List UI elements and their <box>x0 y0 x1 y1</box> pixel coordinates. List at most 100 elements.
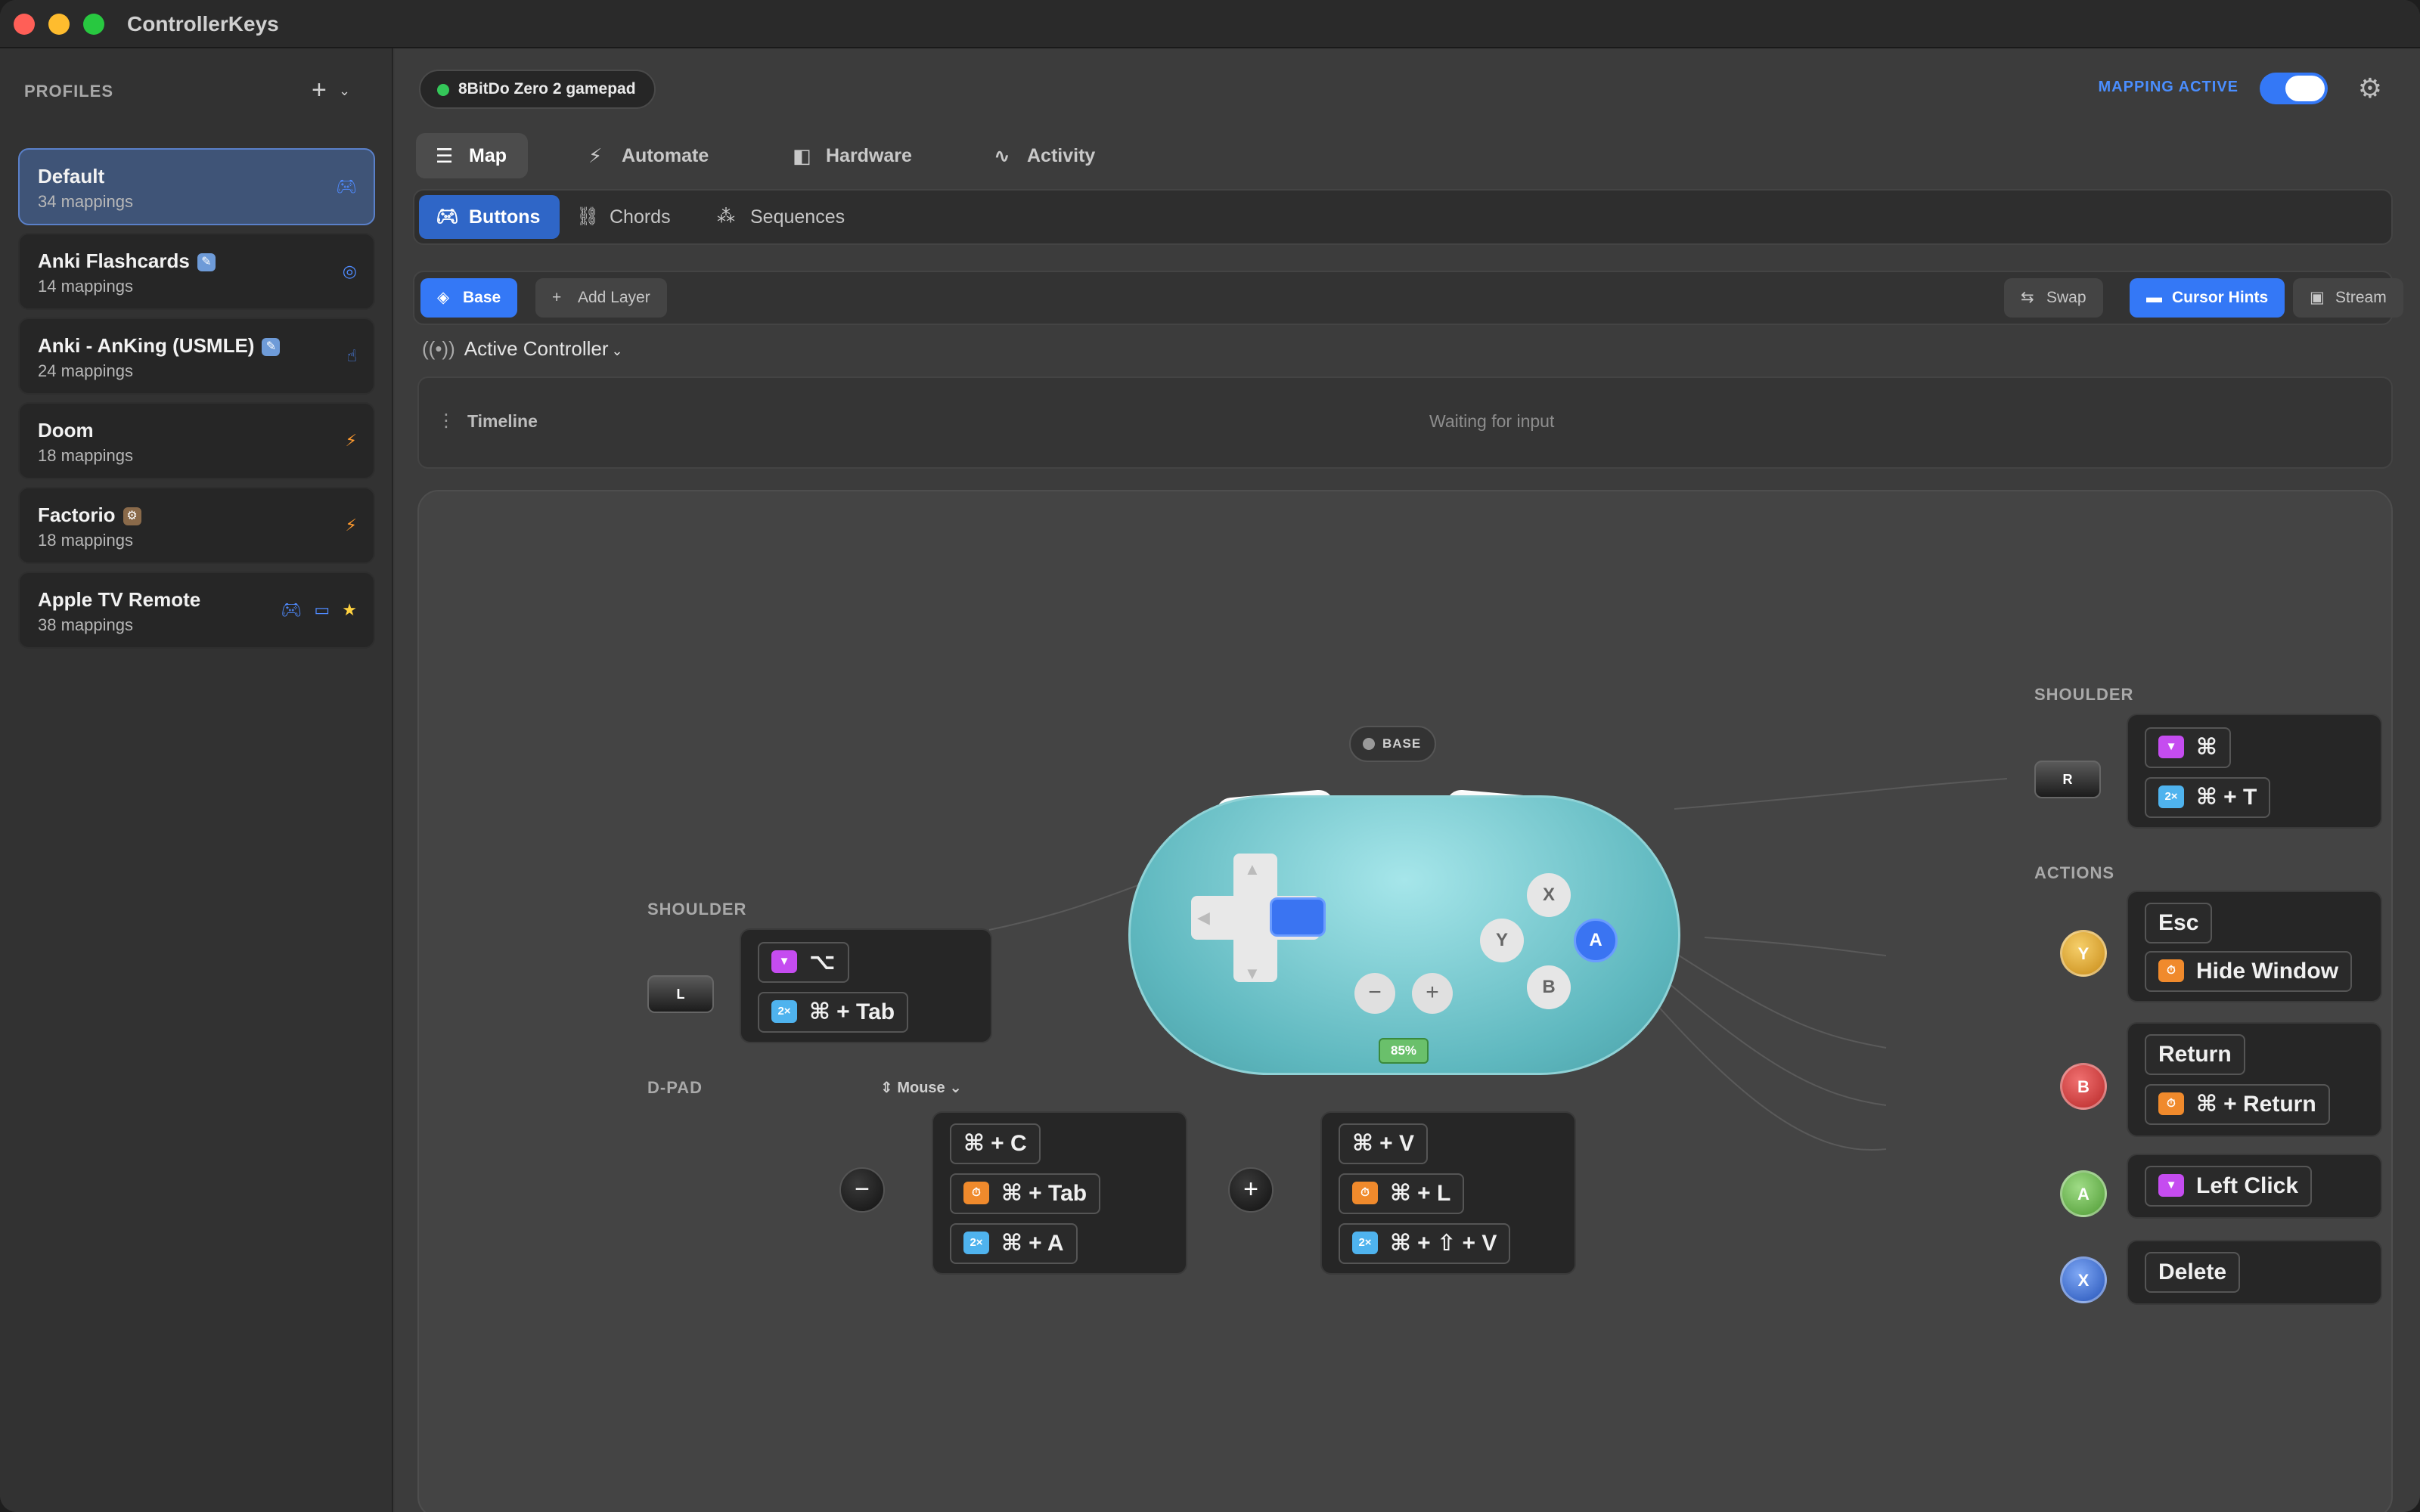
profile-default[interactable]: Default 34 mappings 🎮︎ <box>18 148 375 225</box>
controller-b-button[interactable]: B <box>1527 965 1571 1009</box>
mapping-chip[interactable]: ▼ ⌘ <box>2145 727 2231 768</box>
mapping-text: ⌘ + A <box>1001 1231 1064 1256</box>
minimize-window-button[interactable] <box>48 14 70 35</box>
tab-automate[interactable]: ⚡︎ Automate4 <box>569 133 730 214</box>
mapping-chip[interactable]: ⌘ + C <box>950 1123 1041 1164</box>
left-shoulder-mapping-card[interactable]: ▼ ⌥ 2× ⌘ + Tab <box>740 928 992 1043</box>
profile-doom[interactable]: Doom 18 mappings ⚡︎ <box>18 402 375 479</box>
subtab-sequences[interactable]: ⁂ Sequences <box>700 195 864 239</box>
gamepad-icon: 🎮︎ <box>436 206 459 227</box>
gear-icon[interactable]: ⚙ <box>2358 73 2382 104</box>
mapping-chip[interactable]: Return <box>2145 1034 2245 1075</box>
bolt-icon: ⚡︎ <box>588 144 603 167</box>
battery-indicator: 85% <box>1379 1038 1429 1064</box>
profile-anki-flashcards[interactable]: Anki Flashcards ✎ 14 mappings ◎ <box>18 233 375 310</box>
tab-label: Map <box>469 145 507 166</box>
controller-canvas: SHOULDER L ▼ ⌥ 2× ⌘ + Tab D-PAD ⇕ Mouse ⌄ … <box>417 490 2393 1512</box>
mapping-text: ⌘ + Tab <box>809 999 895 1024</box>
plus-button[interactable]: + <box>1228 1167 1274 1213</box>
cursor-hints-button[interactable]: ▬ Cursor Hints <box>2130 278 2285 318</box>
active-controller-dropdown[interactable]: ((•)) Active Controller ⌄ <box>422 337 623 361</box>
left-shoulder-button[interactable]: L <box>647 975 714 1013</box>
long-press-badge: ⏱ <box>1352 1182 1378 1205</box>
minus-button[interactable]: − <box>839 1167 885 1213</box>
map-subtabs: 🎮︎ Buttons ⛓ Chords ⁂ Sequences <box>413 189 2393 245</box>
active-controller-label: Active Controller <box>464 337 609 360</box>
mapping-chip[interactable]: ⏱ ⌘ + Return <box>2145 1084 2330 1125</box>
stream-button[interactable]: ▣ Stream <box>2293 278 2403 318</box>
tab-map[interactable]: ☰ Map3 <box>416 133 528 214</box>
mapping-chip[interactable]: 2× ⌘ + ⇧ + V <box>1339 1223 1511 1264</box>
dpad-down-icon[interactable]: ▼ <box>1244 964 1261 984</box>
dpad-left-icon[interactable]: ◀ <box>1197 908 1210 928</box>
layer-bar: ◈ Base + Add Layer ⇆ Swap ▬ Cursor Hints ▣ St… <box>413 271 2403 325</box>
a-mapping-card[interactable]: ▼ Left Click <box>2127 1154 2382 1219</box>
profile-factorio[interactable]: Factorio ⚙ 18 mappings ⚡︎ <box>18 487 375 564</box>
dpad-up-icon[interactable]: ▲ <box>1244 860 1261 879</box>
controller-plus-button[interactable]: + <box>1412 973 1453 1014</box>
tab-label: Activity <box>1027 145 1096 166</box>
x-mapping-card[interactable]: Delete <box>2127 1240 2382 1305</box>
mapping-chip[interactable]: 2× ⌘ + T <box>2145 777 2271 818</box>
device-status-pill[interactable]: 8BitDo Zero 2 gamepad <box>419 70 656 109</box>
add-layer-label: Add Layer <box>578 289 650 306</box>
y-mapping-card[interactable]: Esc ⏱ Hide Window <box>2127 891 2382 1002</box>
timeline-status: Waiting for input <box>1429 411 1555 431</box>
controller-y-button[interactable]: Y <box>1480 919 1524 962</box>
b-mapping-card[interactable]: Return ⏱ ⌘ + Return <box>2127 1022 2382 1137</box>
add-layer-button[interactable]: + Add Layer <box>535 278 667 318</box>
mapping-chip[interactable]: ⏱ Hide Window <box>2145 951 2353 992</box>
mapping-chip[interactable]: 2× ⌘ + A <box>950 1223 1078 1264</box>
profile-mapping-count: 14 mappings <box>38 277 133 296</box>
mapping-active-toggle[interactable] <box>2260 73 2328 104</box>
mapping-chip[interactable]: Esc <box>2145 903 2213 943</box>
zoom-window-button[interactable] <box>83 14 104 35</box>
subtab-chords[interactable]: ⛓ Chords <box>560 195 690 239</box>
dpad-right-highlighted[interactable] <box>1270 897 1326 937</box>
mapping-chip[interactable]: ▼ ⌥ <box>758 942 849 983</box>
mapping-text: Left Click <box>2196 1173 2299 1198</box>
action-a-button[interactable]: A <box>2060 1170 2107 1217</box>
device-name: 8BitDo Zero 2 gamepad <box>458 80 636 98</box>
right-shoulder-mapping-card[interactable]: ▼ ⌘ 2× ⌘ + T <box>2127 714 2382 829</box>
timeline-label: Timeline <box>467 411 538 431</box>
mapping-chip[interactable]: ⌘ + V <box>1339 1123 1429 1164</box>
layer-base-button[interactable]: ◈ Base <box>420 278 518 318</box>
double-tap-badge: 2× <box>1352 1232 1378 1255</box>
mapping-chip[interactable]: ▼ Left Click <box>2145 1166 2313 1207</box>
mapping-chip[interactable]: 2× ⌘ + Tab <box>758 992 909 1033</box>
signal-icon: ((•)) <box>422 337 455 360</box>
swap-button[interactable]: ⇆ Swap <box>2004 278 2103 318</box>
action-x-button[interactable]: X <box>2060 1256 2107 1303</box>
plus-mapping-card[interactable]: ⌘ + V ⏱ ⌘ + L 2× ⌘ + ⇧ + V <box>1320 1111 1576 1275</box>
minus-mapping-card[interactable]: ⌘ + C ⏱ ⌘ + Tab 2× ⌘ + A <box>932 1111 1187 1275</box>
action-b-button[interactable]: B <box>2060 1063 2107 1110</box>
mapping-text: Esc <box>2158 910 2199 935</box>
controller-x-button[interactable]: X <box>1527 873 1571 917</box>
title-bar: ControllerKeys <box>0 0 2420 48</box>
gamepad-icon: 🎮︎ <box>281 600 302 619</box>
plus-icon: + <box>552 289 562 306</box>
right-shoulder-button[interactable]: R <box>2034 761 2101 798</box>
mapping-text: ⌘ + T <box>2196 785 2257 810</box>
profile-anki-anking[interactable]: Anki - AnKing (USMLE) ✎ 24 mappings ☝︎ <box>18 318 375 395</box>
tab-activity[interactable]: ∿ Activity2 <box>974 133 1116 214</box>
profile-mapping-count: 34 mappings <box>38 192 133 211</box>
action-y-button[interactable]: Y <box>2060 930 2107 977</box>
profile-mapping-count: 38 mappings <box>38 615 133 634</box>
left-shoulder-label: SHOULDER <box>647 900 747 919</box>
mapping-chip[interactable]: ⏱ ⌘ + Tab <box>950 1173 1101 1214</box>
subtab-buttons[interactable]: 🎮︎ Buttons <box>419 195 560 239</box>
plus-icon[interactable]: + <box>312 76 327 105</box>
mapping-chip[interactable]: Delete <box>2145 1252 2241 1293</box>
controller-a-button[interactable]: A <box>1574 919 1618 962</box>
chevron-down-icon[interactable]: ⌄ <box>339 83 350 99</box>
tab-hardware[interactable]: ◧ Hardware2 <box>773 133 933 214</box>
controller-minus-button[interactable]: − <box>1354 973 1395 1014</box>
mapping-chip[interactable]: ⏱ ⌘ + L <box>1339 1173 1465 1214</box>
profile-apple-tv-remote[interactable]: Apple TV Remote 38 mappings 🎮︎ ▭ ★ <box>18 572 375 649</box>
close-window-button[interactable] <box>14 14 35 35</box>
double-tap-badge: 2× <box>771 1000 797 1024</box>
tab-label: Hardware <box>826 145 912 166</box>
dpad-mode-select[interactable]: ⇕ Mouse ⌄ <box>880 1078 962 1097</box>
